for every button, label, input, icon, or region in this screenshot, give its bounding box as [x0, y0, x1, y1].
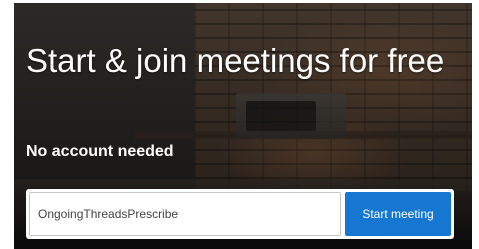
background-microwave: [236, 93, 346, 139]
meeting-form: Start meeting: [26, 189, 454, 239]
start-meeting-button[interactable]: Start meeting: [345, 192, 451, 236]
hero-headline: Start & join meetings for free: [26, 42, 445, 79]
meeting-name-input[interactable]: [29, 192, 341, 236]
hero-subheadline: No account needed: [26, 143, 174, 160]
